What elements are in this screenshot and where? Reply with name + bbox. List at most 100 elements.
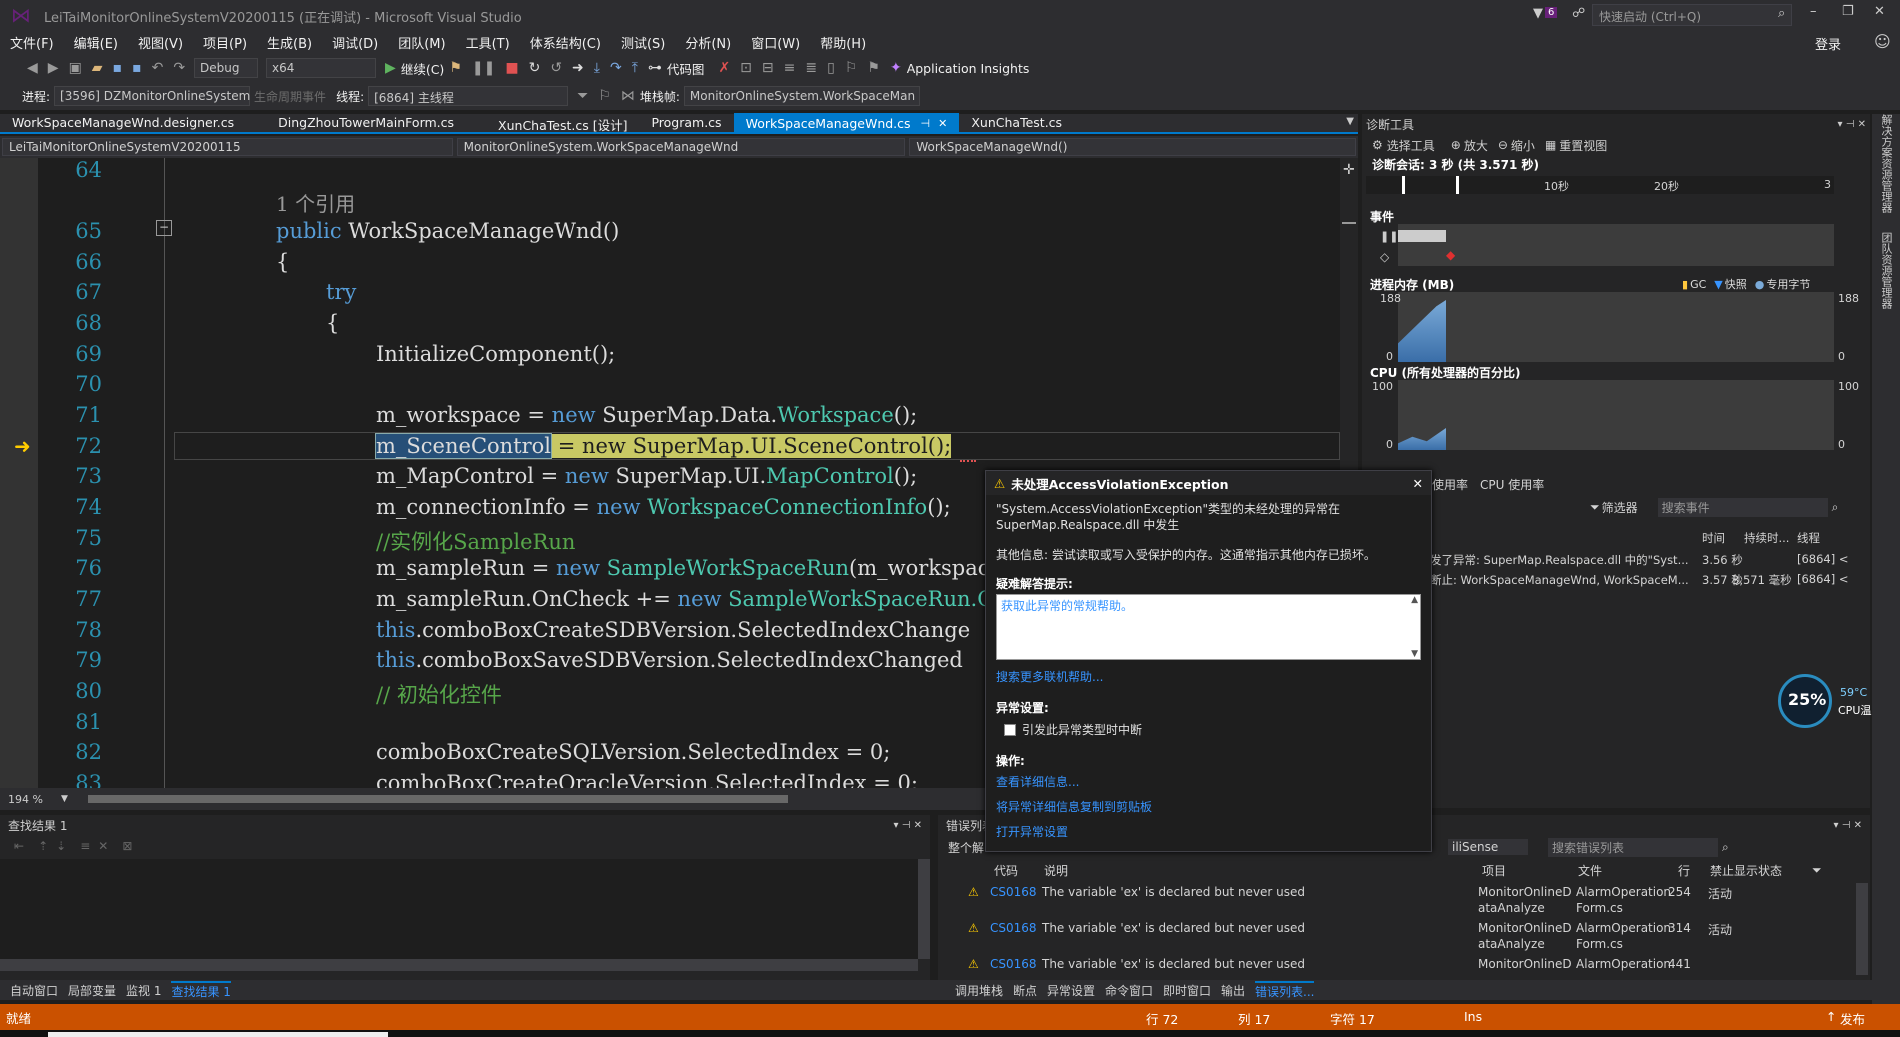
general-help-link[interactable]: 获取此异常的常规帮助。: [1001, 599, 1133, 613]
tab-breakpoints[interactable]: 断点: [1013, 982, 1037, 999]
break-on-type-checkbox[interactable]: [1004, 724, 1016, 736]
build-source-select[interactable]: iliSense: [1448, 839, 1529, 855]
clear-icon[interactable]: ✕: [98, 839, 108, 853]
pause-icon[interactable]: ❚❚: [472, 60, 495, 76]
stack-frame-select[interactable]: MonitorOnlineSystem.WorkSpaceMan: [683, 86, 920, 106]
tab-cpu-usage[interactable]: CPU 使用率: [1480, 476, 1544, 493]
show-next-statement-icon[interactable]: ➜: [572, 60, 584, 76]
code-line-71[interactable]: m_workspace = new SuperMap.Data.Workspac…: [376, 403, 917, 427]
tips-box[interactable]: 获取此异常的常规帮助。 ▲ ▼: [996, 594, 1421, 660]
tab-error-list[interactable]: 错误列表...: [1255, 980, 1315, 1000]
menu-view[interactable]: 视图(V): [138, 33, 183, 52]
copy-details-link[interactable]: 将异常详细信息复制到剪贴板: [996, 798, 1421, 815]
col-description[interactable]: 说明: [1044, 862, 1068, 879]
events-track[interactable]: ◆: [1398, 224, 1834, 266]
find-tool-icon[interactable]: ⊠: [122, 839, 132, 853]
show-next-icon[interactable]: ↺: [550, 60, 562, 76]
code-line-72[interactable]: m_SceneControl = new SuperMap.UI.SceneCo…: [374, 433, 952, 459]
toolbar-icon-2[interactable]: ⊟: [762, 60, 774, 76]
zoom-out-button[interactable]: 缩小: [1511, 137, 1535, 154]
config-select[interactable]: Debug: [194, 58, 259, 78]
open-exception-settings-link[interactable]: 打开异常设置: [996, 823, 1421, 840]
stop-icon[interactable]: ■: [505, 60, 518, 76]
back-icon[interactable]: ◀: [27, 60, 38, 76]
col-line[interactable]: 行: [1678, 862, 1690, 879]
redo-icon[interactable]: ↷: [173, 60, 185, 76]
step-into-icon[interactable]: ⤓: [594, 60, 600, 76]
tab-program[interactable]: Program.cs: [639, 113, 733, 133]
code-map-button[interactable]: 代码图: [667, 59, 705, 78]
code-line-68[interactable]: {: [326, 311, 339, 335]
tab-workspace-designer[interactable]: WorkSpaceManageWnd.designer.cs: [0, 113, 246, 133]
col-code[interactable]: 代码: [994, 862, 1018, 879]
col-time[interactable]: 时间: [1702, 530, 1725, 546]
filter-threads-icon[interactable]: ⏷: [577, 88, 588, 104]
menu-window[interactable]: 窗口(W): [751, 33, 800, 52]
scope-select[interactable]: 整个解: [948, 839, 984, 856]
publish-button[interactable]: 发布: [1840, 1009, 1865, 1028]
col-thread[interactable]: 线程: [1797, 530, 1820, 546]
find-scrollbar[interactable]: [918, 859, 930, 959]
pin-icon[interactable]: ⊣: [921, 117, 931, 130]
toolbar-icon-7[interactable]: ⚑: [867, 60, 880, 76]
taskbar-search[interactable]: [48, 1032, 388, 1037]
scroll-down-icon[interactable]: ▼: [1411, 649, 1418, 659]
event-row-desc[interactable]: 断止: WorkSpaceManageWnd, WorkSpaceM...: [1430, 572, 1700, 588]
timeline-ruler[interactable]: 10秒 20秒 3: [1366, 176, 1834, 194]
code-line-75[interactable]: //实例化SampleRun: [376, 526, 575, 556]
more-help-link[interactable]: 搜索更多联机帮助...: [996, 668, 1421, 685]
menu-team[interactable]: 团队(M): [398, 33, 445, 52]
continue-icon[interactable]: ▶: [385, 60, 396, 76]
continue-button[interactable]: 继续(C): [401, 59, 444, 78]
thread-select[interactable]: [6864] 主线程: [368, 86, 569, 106]
process-icon[interactable]: ⚑: [449, 60, 462, 76]
menu-debug[interactable]: 调试(D): [332, 33, 378, 52]
platform-select[interactable]: x64: [266, 58, 377, 78]
error-code-link[interactable]: CS0168: [990, 957, 1037, 971]
error-description[interactable]: The variable 'ex' is declared but never …: [1042, 957, 1305, 971]
find-results-body[interactable]: [0, 859, 918, 959]
feedback-icon[interactable]: ☍: [1572, 6, 1585, 21]
toggle-icon[interactable]: ⋈: [621, 88, 635, 104]
search-icon[interactable]: ⌕: [1778, 6, 1785, 21]
find-hscrollbar[interactable]: [0, 959, 918, 971]
indicator-margin[interactable]: [0, 158, 38, 788]
error-scrollbar[interactable]: [1856, 883, 1868, 975]
view-details-link[interactable]: 查看详细信息...: [996, 773, 1421, 790]
reference-count-link[interactable]: 1 个引用: [276, 188, 355, 217]
find-tool-icon[interactable]: ≡: [80, 839, 90, 853]
find-tool-icon[interactable]: ⇡: [38, 839, 48, 853]
zoom-level[interactable]: 194 %: [8, 793, 43, 806]
code-line-79[interactable]: this.comboBoxSaveSDBVersion.SelectedInde…: [376, 648, 963, 672]
panel-controls-icon[interactable]: ▾ ⊣ ✕: [1834, 820, 1862, 831]
restart-icon[interactable]: ↻: [529, 60, 541, 76]
search-icon[interactable]: ⌕: [1722, 840, 1729, 855]
code-line-83[interactable]: comboBoxCreateOracleVersion.SelectedInde…: [376, 771, 918, 788]
col-project[interactable]: 项目: [1482, 862, 1506, 879]
project-dropdown[interactable]: LeiTaiMonitorOnlineSystemV20200115: [2, 138, 453, 156]
menu-test[interactable]: 测试(S): [621, 33, 665, 52]
zoom-in-button[interactable]: 放大: [1464, 137, 1488, 154]
filter-icon[interactable]: ⏷: [1812, 863, 1822, 878]
lightbulb-icon[interactable]: ✦: [890, 60, 902, 76]
code-line-73[interactable]: m_MapControl = new SuperMap.UI.MapContro…: [376, 464, 917, 488]
step-out-icon[interactable]: ⤒: [632, 60, 638, 76]
tab-overflow-icon[interactable]: ▼: [1346, 116, 1354, 127]
search-errors-input[interactable]: 搜索错误列表: [1548, 837, 1719, 857]
horizontal-scroll-thumb[interactable]: [87, 795, 788, 803]
close-popup-button[interactable]: ✕: [1413, 476, 1423, 491]
code-line-74[interactable]: m_connectionInfo = new WorkspaceConnecti…: [376, 495, 951, 519]
find-tool-icon[interactable]: ⇤: [14, 839, 24, 853]
col-duration[interactable]: 持续时...: [1744, 530, 1789, 546]
close-window-button[interactable]: ✕: [1874, 4, 1885, 19]
save-icon[interactable]: ▪: [113, 60, 123, 76]
select-tools-button[interactable]: 选择工具: [1387, 137, 1435, 154]
code-line-76[interactable]: m_sampleRun = new SampleWorkSpaceRun(m_w…: [376, 556, 1010, 580]
flag-threads-icon[interactable]: ⚐: [598, 88, 611, 104]
step-over-icon[interactable]: ↷: [610, 60, 622, 76]
minimize-button[interactable]: –: [1810, 4, 1817, 19]
code-line-69[interactable]: InitializeComponent();: [376, 342, 615, 366]
event-row-desc[interactable]: 发了异常: SuperMap.Realspace.dll 中的"Syst...: [1430, 552, 1700, 568]
tab-immediate-window[interactable]: 即时窗口: [1163, 982, 1211, 999]
login-link[interactable]: 登录: [1815, 34, 1841, 53]
